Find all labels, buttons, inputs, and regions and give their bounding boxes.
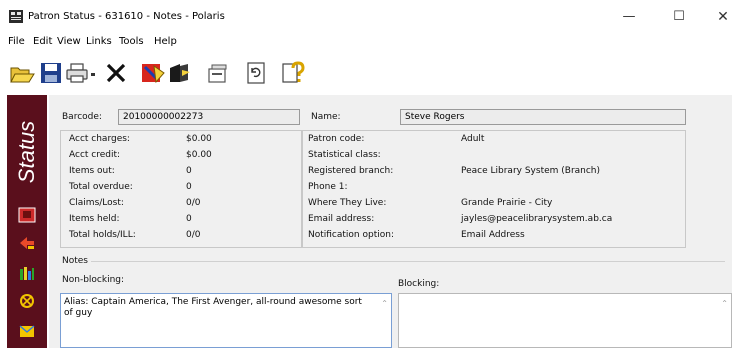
total-overdue-value: 0 (186, 182, 192, 192)
barcode-label: Barcode: (62, 112, 102, 122)
properties-icon[interactable] (205, 60, 231, 86)
menu-links[interactable]: Links (86, 36, 112, 47)
where-they-live-label: Where They Live: (308, 198, 387, 208)
total-overdue-label: Total overdue: (69, 182, 133, 192)
acct-credit-label: Acct credit: (69, 150, 121, 160)
blocking-label: Blocking: (398, 279, 440, 289)
check-in-arrow-icon[interactable] (18, 235, 36, 251)
refresh-icon[interactable] (243, 60, 269, 86)
menu-help[interactable]: Help (154, 36, 177, 47)
notes-divider (91, 261, 725, 262)
menu-bar: File Edit View Links Tools Help (0, 34, 732, 50)
window-title: Patron Status - 631610 - Notes - Polaris (28, 11, 225, 22)
items-held-value: 0 (186, 214, 192, 224)
acct-charges-label: Acct charges: (69, 134, 130, 144)
dropdown-arrow-icon[interactable] (88, 60, 98, 86)
items-out-label: Items out: (69, 166, 115, 176)
menu-tools[interactable]: Tools (119, 36, 144, 47)
items-out-value: 0 (186, 166, 192, 176)
print-icon[interactable] (64, 60, 90, 86)
patron-code-value: Adult (461, 134, 485, 144)
fines-icon[interactable] (18, 293, 36, 309)
minimize-button[interactable]: — (614, 6, 644, 28)
maximize-button[interactable]: ☐ (664, 6, 694, 28)
acct-credit-value: $0.00 (186, 150, 212, 160)
toolbar (0, 52, 732, 92)
patron-icon[interactable] (18, 207, 36, 223)
title-bar: Patron Status - 631610 - Notes - Polaris… (0, 0, 732, 34)
scroll-up-icon[interactable]: ⌃ (381, 298, 388, 309)
patron-status-main: Barcode: 20100000002273 Name: Steve Roge… (49, 95, 732, 348)
blocking-scroll-up-icon[interactable]: ⌃ (721, 298, 728, 309)
non-blocking-notes-text: Alias: Captain America, The First Avenge… (64, 297, 362, 318)
close-button[interactable]: ✕ (708, 6, 732, 28)
items-icon[interactable] (18, 265, 36, 281)
app-icon (9, 10, 23, 23)
save-icon[interactable] (38, 60, 64, 86)
check-out-icon[interactable] (166, 60, 192, 86)
blocking-notes-textarea[interactable]: ⌃ (398, 293, 732, 348)
name-field[interactable]: Steve Rogers (400, 109, 686, 125)
items-held-label: Items held: (69, 214, 120, 224)
menu-view[interactable]: View (57, 36, 81, 47)
registered-branch-value: Peace Library System (Branch) (461, 166, 601, 176)
total-holds-value: 0/0 (186, 230, 201, 240)
statistical-class-label: Statistical class: (308, 150, 381, 160)
claims-lost-value: 0/0 (186, 198, 201, 208)
notification-option-label: Notification option: (308, 230, 394, 240)
menu-file[interactable]: File (8, 36, 25, 47)
check-in-icon[interactable] (140, 60, 166, 86)
non-blocking-notes-textarea[interactable]: Alias: Captain America, The First Avenge… (60, 293, 392, 348)
open-folder-icon[interactable] (9, 60, 35, 86)
acct-charges-value: $0.00 (186, 134, 212, 144)
barcode-field[interactable]: 20100000002273 (118, 109, 300, 125)
notes-section-label: Notes (62, 256, 88, 266)
menu-edit[interactable]: Edit (33, 36, 52, 47)
non-blocking-label: Non-blocking: (62, 275, 125, 285)
email-label: Email address: (308, 214, 375, 224)
phone-label: Phone 1: (308, 182, 348, 192)
name-label: Name: (311, 112, 341, 122)
messages-icon[interactable] (18, 323, 36, 339)
help-icon[interactable] (280, 60, 306, 86)
status-label: Status (14, 120, 39, 184)
claims-lost-label: Claims/Lost: (69, 198, 124, 208)
registered-branch-label: Registered branch: (308, 166, 394, 176)
total-holds-label: Total holds/ILL: (69, 230, 136, 240)
delete-icon[interactable] (103, 60, 129, 86)
email-value: jayles@peacelibrarysystem.ab.ca (461, 214, 613, 224)
status-side-panel: Status (7, 95, 47, 348)
notification-option-value: Email Address (461, 230, 525, 240)
patron-code-label: Patron code: (308, 134, 365, 144)
where-they-live-value: Grande Prairie - City (461, 198, 553, 208)
